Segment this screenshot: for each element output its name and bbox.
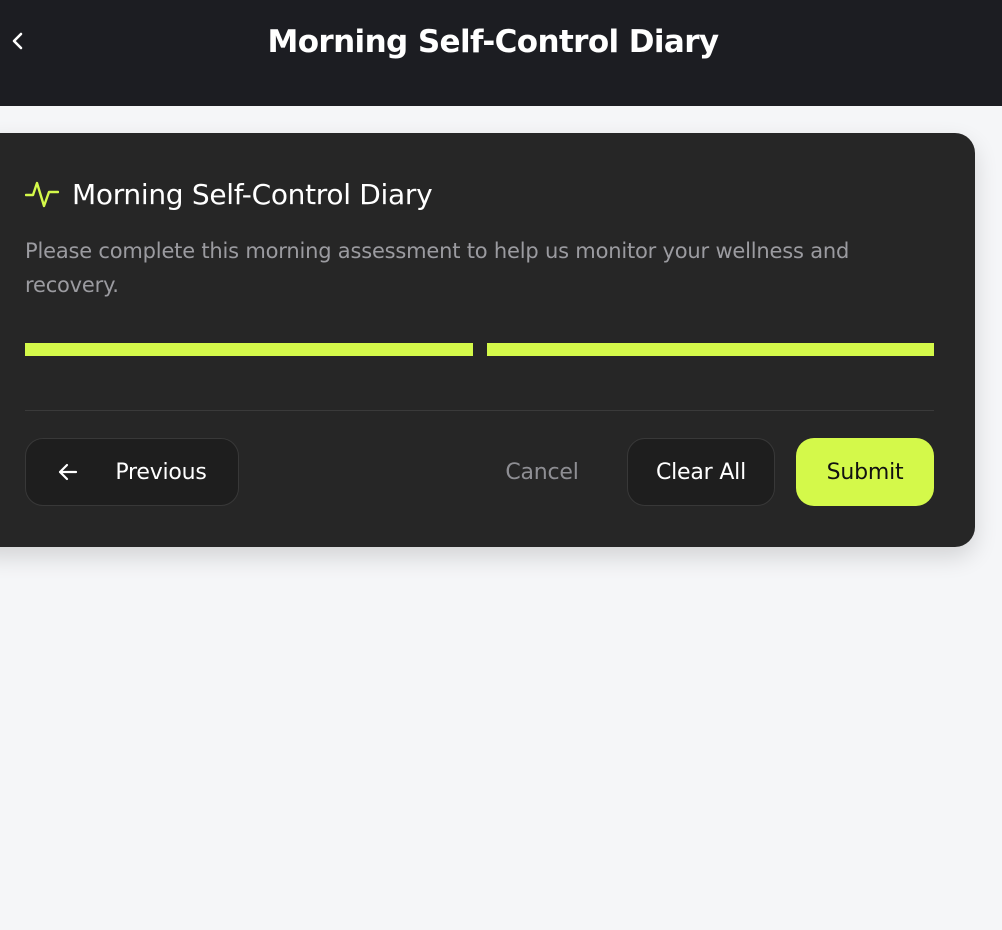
progress-step-2 (486, 343, 934, 356)
divider (25, 410, 934, 411)
progress-bar (25, 343, 934, 356)
card-header: Morning Self-Control Diary (25, 177, 433, 211)
submit-button-label: Submit (826, 459, 904, 485)
previous-button[interactable]: Previous (25, 438, 239, 506)
clear-all-button-label: Clear All (655, 459, 746, 485)
top-app-bar: Morning Self-Control Diary (0, 0, 1002, 106)
arrow-left-icon (57, 461, 79, 483)
pulse-icon (25, 177, 59, 211)
card-description: Please complete this morning assessment … (25, 239, 850, 297)
page-title: Morning Self-Control Diary (267, 24, 719, 60)
previous-button-label: Previous (115, 459, 207, 485)
diary-card: Morning Self-Control Diary Please comple… (0, 133, 975, 547)
submit-button[interactable]: Submit (796, 438, 934, 506)
card-title: Morning Self-Control Diary (72, 177, 433, 211)
cancel-button-label: Cancel (505, 459, 579, 485)
clear-all-button[interactable]: Clear All (627, 438, 775, 506)
cancel-button[interactable]: Cancel (480, 438, 604, 506)
progress-step-1 (25, 343, 473, 356)
